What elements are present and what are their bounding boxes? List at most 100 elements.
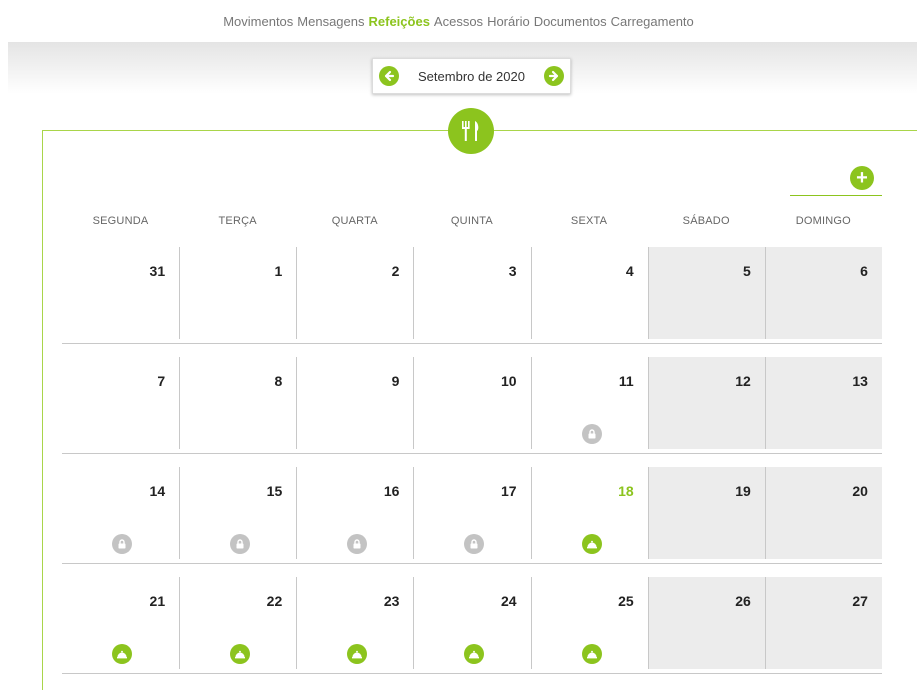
weekday-label: SEGUNDA	[92, 215, 149, 227]
nav-item-horario[interactable]: Horário	[487, 14, 530, 29]
day-cell[interactable]: 13	[764, 357, 882, 449]
lock-icon[interactable]	[230, 534, 251, 554]
next-month-button[interactable]	[544, 66, 564, 86]
cutlery-icon	[448, 108, 494, 154]
arrow-right-icon	[548, 70, 559, 82]
day-cell[interactable]: 21	[62, 577, 179, 669]
calendar-week: 21 22 23 24 25 26 27	[62, 577, 882, 669]
week-divider	[62, 563, 882, 564]
day-number: 19	[735, 483, 751, 499]
weekday-label: QUINTA	[450, 215, 493, 227]
day-number: 17	[500, 483, 517, 499]
day-number: 20	[852, 483, 868, 499]
top-navigation: Movimentos Mensagens Refeições Acessos Horár…	[0, 14, 917, 29]
meal-booked-icon[interactable]	[464, 644, 485, 664]
day-cell[interactable]: 2	[296, 247, 413, 339]
plus-icon: +	[856, 167, 868, 189]
day-cell[interactable]: 11	[530, 357, 648, 449]
day-cell[interactable]: 12	[647, 357, 765, 449]
day-number: 16	[383, 483, 400, 499]
day-cell[interactable]: 16	[296, 467, 413, 559]
day-cell[interactable]: 15	[179, 467, 296, 559]
day-cell[interactable]: 23	[296, 577, 413, 669]
meal-booked-icon[interactable]	[230, 644, 251, 664]
day-number: 3	[508, 263, 517, 279]
lock-icon[interactable]	[347, 534, 368, 554]
day-cell[interactable]: 24	[413, 577, 530, 669]
lock-icon[interactable]	[464, 534, 485, 554]
day-cell[interactable]: 18	[530, 467, 648, 559]
calendar-week: 7 8 9 10 11 12 13	[62, 357, 882, 449]
day-number: 10	[500, 373, 517, 389]
today-number: 18	[618, 483, 634, 499]
day-cell[interactable]: 14	[62, 467, 179, 559]
day-number: 15	[266, 483, 283, 499]
day-number: 5	[743, 263, 751, 279]
day-number: 11	[618, 373, 634, 389]
day-cell[interactable]: 22	[179, 577, 296, 669]
day-number: 22	[266, 593, 283, 609]
meal-booked-icon[interactable]	[581, 534, 602, 554]
meal-booked-icon[interactable]	[347, 644, 368, 664]
day-cell[interactable]: 9	[296, 357, 413, 449]
meal-booked-icon[interactable]	[581, 644, 602, 664]
day-number: 13	[852, 373, 868, 389]
day-number: 21	[149, 593, 166, 609]
day-number: 26	[735, 593, 751, 609]
nav-item-carregamento[interactable]: Carregamento	[611, 14, 694, 29]
lock-icon[interactable]	[112, 534, 132, 554]
week-divider	[62, 673, 882, 674]
day-cell[interactable]: 26	[647, 577, 765, 669]
weekday-label: DOMINGO	[795, 215, 851, 227]
week-divider	[62, 343, 882, 344]
day-cell[interactable]: 6	[764, 247, 882, 339]
day-cell[interactable]: 1	[179, 247, 296, 339]
day-number: 2	[391, 263, 400, 279]
day-number: 25	[618, 593, 634, 609]
day-number: 1	[274, 263, 283, 279]
day-cell[interactable]: 31	[62, 247, 179, 339]
day-cell[interactable]: 7	[62, 357, 179, 449]
day-number: 31	[149, 263, 166, 279]
weekday-label: QUARTA	[331, 215, 378, 227]
day-number: 7	[157, 373, 166, 389]
day-number: 6	[860, 263, 868, 279]
day-cell[interactable]: 20	[764, 467, 882, 559]
add-button[interactable]: +	[850, 166, 874, 190]
nav-item-mensagens[interactable]: Mensagens	[297, 14, 364, 29]
day-number: 23	[383, 593, 400, 609]
day-number: 14	[149, 483, 166, 499]
arrow-left-icon	[384, 70, 395, 82]
previous-month-button[interactable]	[379, 66, 399, 86]
weekday-label: TERÇA	[218, 215, 257, 227]
weekday-label: SÁBADO	[682, 215, 730, 227]
day-number: 9	[391, 373, 400, 389]
day-cell[interactable]: 10	[413, 357, 530, 449]
day-cell[interactable]: 8	[179, 357, 296, 449]
day-cell[interactable]: 27	[764, 577, 882, 669]
day-cell[interactable]: 25	[530, 577, 648, 669]
day-number: 24	[500, 593, 517, 609]
weekday-label: SEXTA	[570, 215, 608, 227]
day-cell[interactable]: 5	[647, 247, 765, 339]
day-cell[interactable]: 3	[413, 247, 530, 339]
add-meal-area: +	[790, 164, 882, 196]
nav-item-refeicoes[interactable]: Refeições	[369, 14, 430, 29]
day-cell[interactable]: 17	[413, 467, 530, 559]
day-cell[interactable]: 4	[530, 247, 648, 339]
weekday-header: SEGUNDA TERÇA QUARTA QUINTA SEXTA SÁBADO DOMIN…	[62, 215, 882, 229]
lock-icon[interactable]	[581, 424, 602, 444]
nav-item-acessos[interactable]: Acessos	[434, 14, 483, 29]
meal-booked-icon[interactable]	[112, 644, 132, 664]
day-number: 4	[625, 263, 634, 279]
day-number: 27	[852, 593, 868, 609]
nav-item-movimentos[interactable]: Movimentos	[223, 14, 293, 29]
week-divider	[62, 453, 882, 454]
nav-item-documentos[interactable]: Documentos	[534, 14, 607, 29]
month-label: Setembro de 2020	[418, 68, 525, 84]
day-number: 12	[735, 373, 751, 389]
month-selector: Setembro de 2020	[372, 58, 571, 94]
day-cell[interactable]: 19	[647, 467, 765, 559]
calendar-week: 31 1 2 3 4 5 6	[62, 247, 882, 339]
calendar-week: 14 15 16 17 18 19 20	[62, 467, 882, 559]
